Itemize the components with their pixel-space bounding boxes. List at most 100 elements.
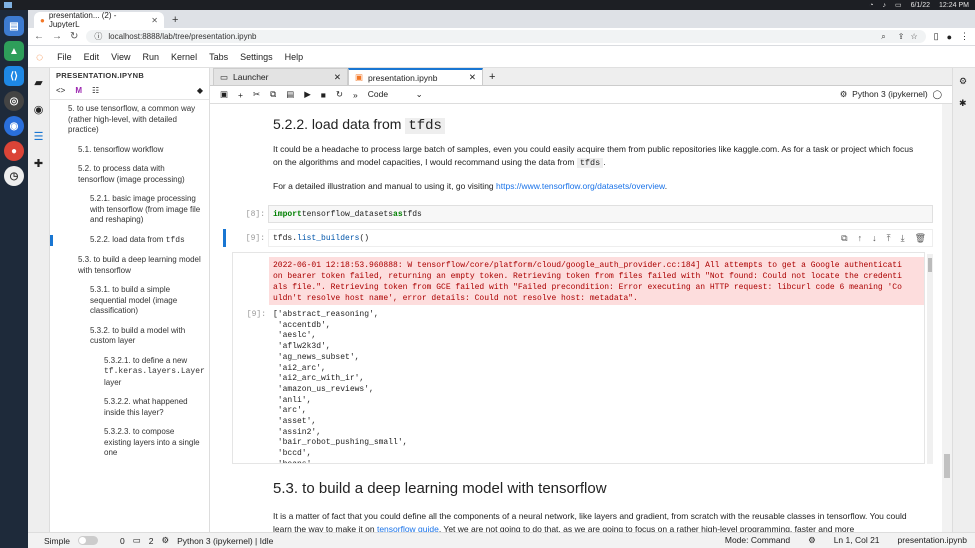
toc-item[interactable]: 5. to use tensorflow, a common way (rath… bbox=[50, 104, 209, 136]
toc-item[interactable]: 5.2. to process data with tensorflow (im… bbox=[50, 164, 209, 185]
property-inspector-icon[interactable]: ⚙ bbox=[959, 76, 967, 87]
insert-below-icon[interactable]: ⤓ bbox=[901, 233, 905, 244]
browser-tab[interactable]: ● presentation... (2) - JupyterL ✕ bbox=[34, 11, 164, 29]
toc-icon[interactable]: ☰ bbox=[34, 130, 44, 143]
sidepanel-icon[interactable]: ▯ bbox=[934, 31, 939, 42]
menu-help[interactable]: Help bbox=[279, 52, 310, 62]
menu-file[interactable]: File bbox=[51, 52, 78, 62]
copy-icon[interactable]: ⧉ bbox=[270, 89, 276, 100]
output-scroll-thumb[interactable] bbox=[928, 258, 932, 272]
move-down-icon[interactable]: ↓ bbox=[872, 233, 877, 244]
activities-icon[interactable] bbox=[4, 2, 12, 8]
cell-type-select[interactable]: Code ⌄ bbox=[368, 89, 423, 100]
toc-item-text: 5.2.2. load data from bbox=[90, 234, 164, 244]
tab-notebook[interactable]: ▣ presentation.ipynb ✕ bbox=[348, 68, 483, 85]
tfds-overview-link[interactable]: https://www.tensorflow.org/datasets/over… bbox=[496, 181, 665, 191]
list-builders-fn: list_builders bbox=[297, 233, 360, 243]
folder-icon[interactable]: ▰ bbox=[34, 76, 42, 89]
chrome-icon[interactable]: ● bbox=[4, 141, 24, 161]
output-area[interactable]: 2022-06-01 12:18:53.960888: W tensorflow… bbox=[232, 252, 925, 464]
chart-app-icon[interactable]: ▲ bbox=[4, 41, 24, 61]
move-up-icon[interactable]: ↑ bbox=[858, 233, 863, 244]
toc-item[interactable]: 5.2.1. basic image processing with tenso… bbox=[50, 194, 209, 226]
delete-cell-icon[interactable]: 🗑 bbox=[915, 233, 926, 244]
p3-end: . Yet we are not going to do that, as we… bbox=[438, 524, 855, 532]
new-tab-button[interactable]: + bbox=[172, 12, 178, 28]
tensorflow-guide-link[interactable]: tensorflow guide bbox=[377, 524, 439, 532]
run-icon[interactable]: ▶ bbox=[304, 89, 311, 100]
toc-item[interactable]: 5.3. to build a deep learning model with… bbox=[50, 255, 209, 276]
kernels-count: 2 bbox=[148, 535, 154, 546]
menu-dots-icon[interactable]: ⋮ bbox=[960, 31, 969, 42]
tab-launcher-label: Launcher bbox=[233, 72, 269, 82]
files-app-icon[interactable]: ▤ bbox=[4, 16, 24, 36]
share-icon[interactable]: ⇪ bbox=[898, 32, 905, 41]
toc-item[interactable]: 5.2.2. load data from tfds bbox=[50, 234, 209, 246]
toc-item-code: tf.keras.layers.Layer bbox=[104, 367, 205, 376]
restart-icon[interactable]: ↻ bbox=[336, 89, 343, 100]
close-notebook-icon[interactable]: ✕ bbox=[469, 72, 476, 83]
toc-item[interactable]: 5.3.2.3. to compose existing layers into… bbox=[50, 427, 209, 459]
numbering-toggle-icon[interactable]: ☷ bbox=[92, 86, 99, 95]
kernel-indicator[interactable]: ⚙ Python 3 (ipykernel) ◯ bbox=[840, 89, 942, 100]
new-launcher-button[interactable]: + bbox=[489, 68, 495, 85]
forward-icon[interactable]: → bbox=[52, 31, 62, 42]
jupyter-favicon-icon: ● bbox=[40, 15, 45, 25]
settings-shield-icon[interactable]: ⚙ bbox=[808, 535, 816, 546]
close-tab-icon[interactable]: ✕ bbox=[151, 16, 158, 25]
extensions-icon[interactable]: ✚ bbox=[34, 157, 43, 170]
vscode-icon[interactable]: ⟨⟩ bbox=[4, 66, 24, 86]
insert-cell-icon[interactable]: + bbox=[238, 90, 243, 100]
markdown-toggle-icon[interactable]: M bbox=[75, 86, 82, 95]
fast-forward-icon[interactable]: » bbox=[353, 90, 358, 100]
code-cell-9[interactable]: tfds. list_builders() ⧉ ↑ ↓ ⤒ ⤓ 🗑 bbox=[268, 229, 933, 247]
menu-tabs[interactable]: Tabs bbox=[203, 52, 234, 62]
insert-above-icon[interactable]: ⤒ bbox=[887, 233, 891, 244]
menu-view[interactable]: View bbox=[105, 52, 136, 62]
menu-edit[interactable]: Edit bbox=[78, 52, 106, 62]
reload-icon[interactable]: ↻ bbox=[70, 31, 78, 42]
zoom-icon[interactable]: ⌕ bbox=[881, 32, 885, 42]
menu-kernel[interactable]: Kernel bbox=[165, 52, 203, 62]
kernel-status[interactable]: Python 3 (ipykernel) | Idle bbox=[177, 536, 273, 546]
toc-item[interactable]: 5.1. tensorflow workflow bbox=[50, 145, 209, 156]
toc-item[interactable]: 5.3.2.2. what happened inside this layer… bbox=[50, 397, 209, 418]
save-icon[interactable]: ▣ bbox=[220, 89, 228, 100]
toc-item[interactable]: 5.3.2.1. to define a new tf.keras.layers… bbox=[50, 356, 209, 389]
profile-icon[interactable]: ● bbox=[947, 32, 952, 42]
tag-icon[interactable]: ◆ bbox=[197, 86, 203, 95]
notebook-scroll-thumb[interactable] bbox=[944, 454, 950, 478]
code-toggle-icon[interactable]: <> bbox=[56, 86, 65, 95]
menu-run[interactable]: Run bbox=[137, 52, 166, 62]
url-field[interactable]: ⓘ localhost:8888/lab/tree/presentation.i… bbox=[86, 30, 926, 43]
notebook-panel[interactable]: 5.2.2. load data from tfds It could be a… bbox=[210, 104, 942, 532]
volume-icon[interactable]: ♪ bbox=[882, 2, 886, 9]
stop-icon[interactable]: ■ bbox=[321, 90, 326, 100]
wifi-icon[interactable]: ◔ bbox=[869, 2, 873, 9]
mode-indicator: Mode: Command bbox=[724, 535, 791, 545]
notebook-scrollbar[interactable] bbox=[942, 104, 952, 532]
toc-item-text: 5.3.2.2. what happened inside this layer… bbox=[104, 397, 188, 417]
globe-icon[interactable]: ◉ bbox=[4, 116, 24, 136]
code-cell-8[interactable]: import tensorflow_datasets as tfds bbox=[268, 205, 933, 223]
battery-icon[interactable]: ▭ bbox=[895, 1, 902, 9]
ubuntu-icon[interactable]: ◎ bbox=[4, 91, 24, 111]
clock-icon[interactable]: ◷ bbox=[4, 166, 24, 186]
toc-item[interactable]: 5.3.2. to build a model with custom laye… bbox=[50, 326, 209, 347]
toc-item[interactable]: 5.3.1. to build a simple sequential mode… bbox=[50, 285, 209, 317]
tab-launcher[interactable]: ▭ Launcher ✕ bbox=[213, 68, 348, 85]
kernel-small-icon: ⚙ bbox=[161, 535, 170, 545]
duplicate-cell-icon[interactable]: ⧉ bbox=[841, 233, 847, 244]
output-scrollbar[interactable] bbox=[927, 254, 933, 464]
running-icon[interactable]: ◉ bbox=[34, 103, 44, 116]
bookmark-star-icon[interactable]: ☆ bbox=[910, 32, 917, 41]
paste-icon[interactable]: ▤ bbox=[286, 89, 294, 100]
close-launcher-icon[interactable]: ✕ bbox=[334, 72, 341, 83]
simple-mode-toggle[interactable] bbox=[77, 536, 98, 545]
toc-list: 5. to use tensorflow, a common way (rath… bbox=[50, 100, 209, 459]
menu-settings[interactable]: Settings bbox=[234, 52, 279, 62]
launcher-icon: ▭ bbox=[220, 71, 229, 82]
debugger-icon[interactable]: ✱ bbox=[959, 98, 967, 109]
back-icon[interactable]: ← bbox=[34, 31, 44, 42]
cut-icon[interactable]: ✂ bbox=[253, 89, 260, 100]
